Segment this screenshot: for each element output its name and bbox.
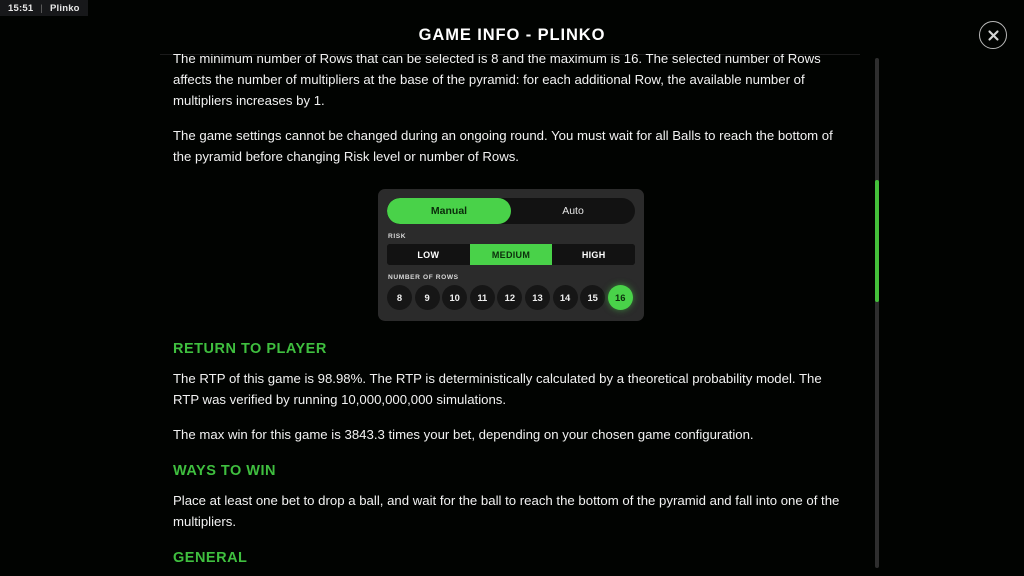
mode-option-manual[interactable]: Manual <box>387 198 511 224</box>
risk-option-high[interactable]: HIGH <box>552 244 635 265</box>
scrollbar-track[interactable] <box>875 58 879 568</box>
heading-general: GENERAL <box>173 550 248 566</box>
mode-option-auto[interactable]: Auto <box>511 198 635 224</box>
rows-option-13[interactable]: 13 <box>524 285 550 310</box>
rows-label: NUMBER OF ROWS <box>388 274 459 281</box>
content-scroll-area[interactable]: The minimum number of Rows that can be s… <box>0 54 1024 576</box>
rows-option-16[interactable]: 16 <box>607 285 633 310</box>
close-button[interactable] <box>979 21 1007 49</box>
status-time: 15:51 <box>8 2 34 14</box>
risk-selector[interactable]: LOW MEDIUM HIGH <box>387 244 635 265</box>
status-bar: 15:51 | Plinko <box>0 0 88 16</box>
rows-option-15[interactable]: 15 <box>580 285 606 310</box>
status-separator: | <box>40 2 43 14</box>
paragraph-ways-to-win: Place at least one bet to drop a ball, a… <box>173 493 840 529</box>
heading-ways-to-win: WAYS TO WIN <box>173 463 276 479</box>
rows-option-9[interactable]: 9 <box>414 285 440 310</box>
game-info-modal: 15:51 | Plinko GAME INFO - PLINKO The mi… <box>0 0 1024 576</box>
heading-return-to-player: RETURN TO PLAYER <box>173 341 327 357</box>
rows-option-10[interactable]: 10 <box>442 285 468 310</box>
settings-panel: Manual Auto RISK LOW MEDIUM HIGH NUMBER … <box>378 189 644 321</box>
settings-figure: Manual Auto RISK LOW MEDIUM HIGH NUMBER … <box>173 189 849 321</box>
close-icon <box>986 28 1001 43</box>
paragraph-rows: The minimum number of Rows that can be s… <box>173 54 821 108</box>
content-body: The minimum number of Rows that can be s… <box>173 54 849 576</box>
scrollbar-thumb[interactable] <box>875 180 879 302</box>
rows-selector[interactable]: 8 9 10 11 12 13 14 15 16 <box>387 285 635 310</box>
status-game-name: Plinko <box>49 2 80 14</box>
modal-header: GAME INFO - PLINKO <box>0 14 1024 56</box>
paragraph-rtp: The RTP of this game is 98.98%. The RTP … <box>173 371 822 407</box>
rows-option-11[interactable]: 11 <box>469 285 495 310</box>
rows-option-12[interactable]: 12 <box>497 285 523 310</box>
risk-option-low[interactable]: LOW <box>387 244 470 265</box>
risk-option-medium[interactable]: MEDIUM <box>469 244 553 265</box>
page-title: GAME INFO - PLINKO <box>418 25 606 44</box>
mode-toggle[interactable]: Manual Auto <box>387 198 635 224</box>
risk-label: RISK <box>388 233 407 240</box>
paragraph-settings: The game settings cannot be changed duri… <box>173 128 833 164</box>
rows-option-8[interactable]: 8 <box>387 285 412 310</box>
paragraph-max-win: The max win for this game is 3843.3 time… <box>173 427 754 442</box>
rows-option-14[interactable]: 14 <box>552 285 578 310</box>
